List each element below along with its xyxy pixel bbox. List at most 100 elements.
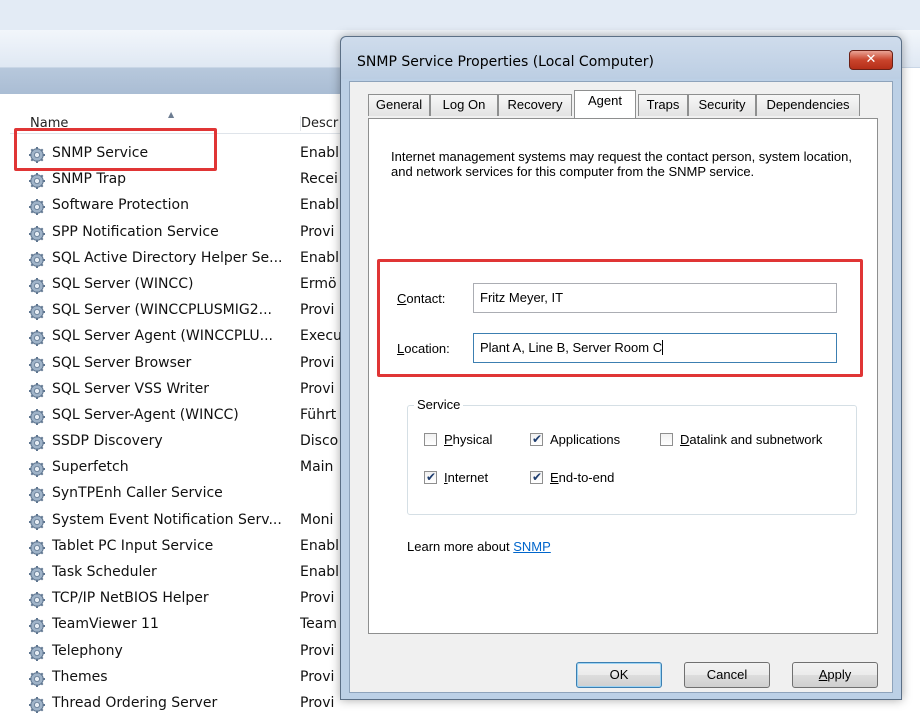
datalink-label-text: atalink and subnetwork (689, 432, 823, 447)
service-description: Provi (300, 642, 335, 659)
service-row[interactable]: SQL Active Directory Helper Se... Enabl (28, 247, 340, 273)
text-caret (662, 340, 664, 355)
service-gear-icon (28, 356, 46, 374)
contact-value: Fritz Meyer, IT (480, 290, 564, 305)
apply-label-text: pply (827, 667, 852, 682)
service-name: Themes (52, 668, 108, 685)
service-gear-icon (28, 460, 46, 478)
service-gear-icon (28, 251, 46, 269)
service-gear-icon (28, 277, 46, 295)
tab-dependencies[interactable]: Dependencies (756, 94, 860, 116)
service-row[interactable]: Thread Ordering Server Provi (28, 692, 340, 718)
service-gear-icon (28, 408, 46, 426)
internet-check-mark: ✔ (426, 470, 437, 484)
service-description: Enabl (300, 249, 340, 266)
service-name: SynTPEnh Caller Service (52, 485, 223, 502)
location-input[interactable]: Plant A, Line B, Server Room C (473, 333, 837, 363)
service-name: TCP/IP NetBIOS Helper (52, 590, 209, 607)
service-name: TeamViewer 11 (52, 616, 159, 633)
location-value: Plant A, Line B, Server Room C (480, 340, 663, 355)
physical-label: Physical (444, 432, 493, 447)
applications-label-text: Applications (550, 432, 621, 447)
service-gear-icon (28, 539, 46, 557)
physical-checkbox-box[interactable] (424, 433, 437, 446)
service-row[interactable]: SQL Server (WINCC) Ermö (28, 273, 340, 299)
service-row[interactable]: Task Scheduler Enabl (28, 561, 340, 587)
service-row[interactable]: Superfetch Main (28, 456, 340, 482)
services-list: SNMP Service Enabl SNMP Trap Recei Software … (28, 142, 340, 718)
service-description: Provi (300, 380, 335, 397)
end-to-end-check-mark: ✔ (532, 470, 543, 484)
service-row[interactable]: SQL Server VSS Writer Provi (28, 378, 340, 404)
service-row[interactable]: SNMP Trap Recei (28, 168, 340, 194)
service-row[interactable]: TeamViewer 11 Team (28, 613, 340, 639)
service-row[interactable]: System Event Notification Serv... Moni (28, 509, 340, 535)
contact-label-text: ontact: (406, 291, 446, 306)
ok-button[interactable]: OK (576, 662, 662, 688)
service-name: SQL Server Browser (52, 354, 192, 371)
service-description: Ermö (300, 275, 337, 292)
service-row[interactable]: SQL Server-Agent (WINCC) Führt (28, 404, 340, 430)
service-row[interactable]: TCP/IP NetBIOS Helper Provi (28, 587, 340, 613)
close-button[interactable]: ✕ (849, 50, 893, 70)
service-row[interactable]: Themes Provi (28, 666, 340, 692)
end-to-end-label-text: nd-to-end (558, 470, 615, 485)
window-top-area (0, 0, 920, 30)
services-header-bar (0, 68, 340, 94)
service-gear-icon (28, 382, 46, 400)
service-group-label: Service (414, 397, 464, 412)
intro-description: Internet management systems may request … (391, 149, 852, 179)
service-name: Software Protection (52, 197, 189, 214)
service-description: Main (300, 459, 334, 476)
tab-security[interactable]: Security (688, 94, 756, 116)
applications-label: Applications (550, 432, 620, 447)
tab-general[interactable]: General (368, 94, 430, 116)
service-name: Thread Ordering Server (52, 694, 218, 711)
tab-recovery[interactable]: Recovery (498, 94, 572, 116)
learn-more-text: Learn more about SNMP (407, 539, 551, 554)
datalink-label: Datalink and subnetwork (680, 432, 823, 447)
service-row[interactable]: SQL Server Browser Provi (28, 352, 340, 378)
snmp-properties-dialog: SNMP Service Properties (Local Computer)… (340, 36, 902, 700)
service-row[interactable]: Tablet PC Input Service Enabl (28, 535, 340, 561)
tab-log-on[interactable]: Log On (430, 94, 498, 116)
tab-agent[interactable]: Agent (574, 90, 636, 118)
dialog-titlebar[interactable]: SNMP Service Properties (Local Computer)… (341, 37, 901, 79)
snmp-help-link[interactable]: SNMP (513, 539, 551, 554)
service-name: SNMP Trap (52, 171, 127, 188)
service-row[interactable]: SQL Server Agent (WINCCPLU... Execu (28, 325, 340, 351)
service-description: Disco (300, 433, 339, 450)
service-gear-icon (28, 172, 46, 190)
column-header-description[interactable]: Descr (300, 116, 338, 131)
snmp-service-highlight (14, 128, 217, 171)
service-row[interactable]: SSDP Discovery Disco (28, 430, 340, 456)
end-to-end-label: End-to-end (550, 470, 615, 485)
service-groupbox: Service Physical ✔ Applications Datalink… (407, 397, 857, 515)
service-description: Enabl (300, 145, 340, 161)
service-gear-icon (28, 434, 46, 452)
datalink-checkbox-box[interactable] (660, 433, 673, 446)
applications-checkbox-box[interactable]: ✔ (530, 432, 543, 446)
sort-ascending-icon: ▲ (168, 110, 175, 119)
cancel-button[interactable]: Cancel (684, 662, 770, 688)
agent-tab-panel: Internet management systems may request … (368, 118, 878, 634)
service-name: SSDP Discovery (52, 433, 163, 450)
contact-input[interactable]: Fritz Meyer, IT (473, 283, 837, 313)
learn-more-prefix: Learn more about (407, 539, 514, 554)
service-description: Execu (300, 328, 340, 345)
physical-label-text: hysical (452, 432, 493, 447)
service-row[interactable]: SPP Notification Service Provi (28, 221, 340, 247)
service-description: Provi (300, 354, 335, 371)
dialog-title: SNMP Service Properties (Local Computer) (357, 54, 654, 70)
service-row[interactable]: SQL Server (WINCCPLUSMIG2... Provi (28, 299, 340, 325)
service-row[interactable]: Software Protection Enabl (28, 194, 340, 220)
service-row[interactable]: SynTPEnh Caller Service (28, 482, 340, 508)
service-name: SQL Server-Agent (WINCC) (52, 406, 239, 423)
internet-checkbox-box[interactable]: ✔ (424, 470, 437, 484)
service-description: Enabl (300, 564, 340, 580)
apply-button[interactable]: Apply (792, 662, 878, 688)
service-description: Enabl (300, 537, 340, 554)
end-to-end-checkbox-box[interactable]: ✔ (530, 470, 543, 484)
service-row[interactable]: Telephony Provi (28, 640, 340, 666)
tab-traps[interactable]: Traps (638, 94, 688, 116)
